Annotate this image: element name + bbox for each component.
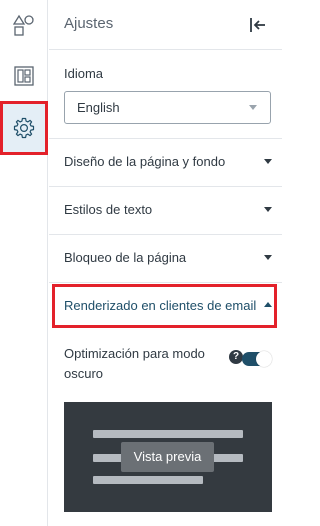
caret-down-icon — [264, 159, 272, 164]
language-label: Idioma — [64, 66, 104, 81]
chevron-down-icon — [249, 105, 257, 110]
language-value: English — [77, 100, 120, 115]
gear-icon — [13, 117, 35, 139]
settings-tab[interactable] — [0, 102, 48, 154]
settings-panel: Ajustes Idioma English Diseño de la pági… — [49, 0, 282, 526]
toggle-knob — [256, 351, 272, 367]
preview-button[interactable]: Vista previa — [121, 442, 214, 472]
section-label: Bloqueo de la página — [64, 250, 187, 265]
dark-mode-label: Optimización para modo oscuro — [64, 346, 205, 381]
panel-header: Ajustes — [49, 0, 282, 50]
preview-text-line — [93, 476, 203, 484]
collapse-panel-button[interactable] — [248, 15, 268, 35]
section-page-design[interactable]: Diseño de la página y fondo — [49, 138, 282, 186]
caret-down-icon — [264, 255, 272, 260]
panel-title: Ajustes — [64, 15, 114, 32]
shapes-icon — [13, 14, 34, 36]
email-preview: Vista previa — [64, 402, 272, 512]
section-page-lock[interactable]: Bloqueo de la página — [49, 234, 282, 282]
collapse-left-icon — [250, 18, 265, 32]
preview-text-line — [93, 430, 243, 438]
section-label: Estilos de texto — [64, 202, 153, 217]
dark-mode-toggle[interactable] — [242, 351, 272, 367]
section-label: Renderizado en clientes de email — [64, 298, 257, 313]
layout-tab[interactable] — [0, 52, 48, 100]
caret-up-icon — [264, 302, 272, 307]
help-icon[interactable]: ? — [229, 350, 243, 364]
content-blocks-tab[interactable] — [0, 1, 48, 49]
language-select[interactable]: English — [64, 91, 271, 124]
section-label: Diseño de la página y fondo — [64, 154, 226, 169]
caret-down-icon — [264, 207, 272, 212]
layout-icon — [14, 66, 34, 86]
section-email-rendering[interactable]: Renderizado en clientes de email — [49, 282, 282, 330]
section-text-styles[interactable]: Estilos de texto — [49, 186, 282, 234]
left-rail — [0, 0, 48, 526]
